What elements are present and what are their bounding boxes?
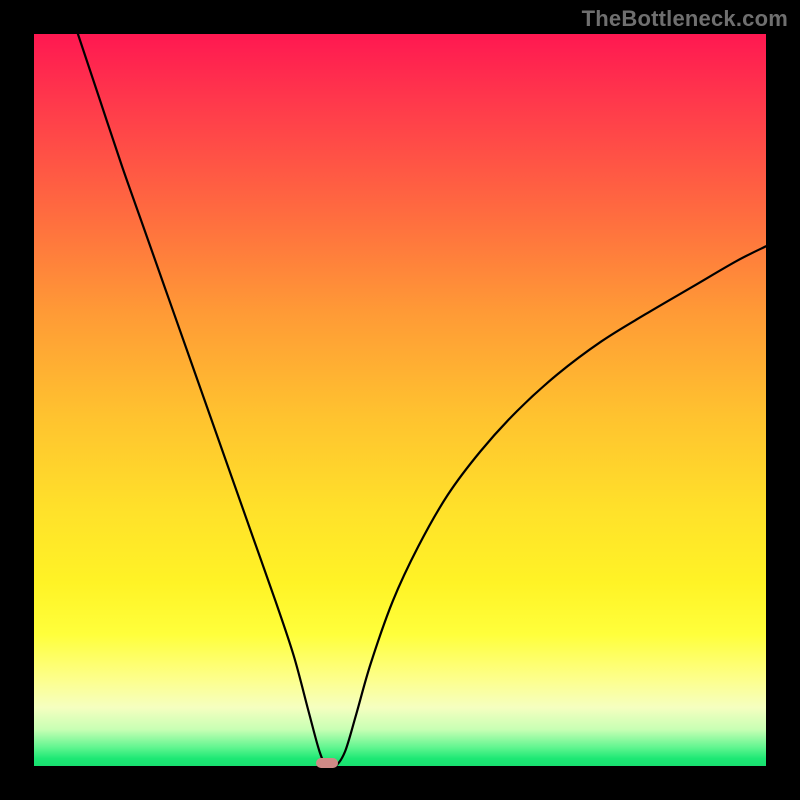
watermark-text: TheBottleneck.com [582, 6, 788, 32]
curve-svg [34, 34, 766, 766]
plot-area [34, 34, 766, 766]
chart-frame: TheBottleneck.com [0, 0, 800, 800]
bottleneck-curve [78, 34, 768, 768]
minimum-marker [316, 758, 338, 768]
